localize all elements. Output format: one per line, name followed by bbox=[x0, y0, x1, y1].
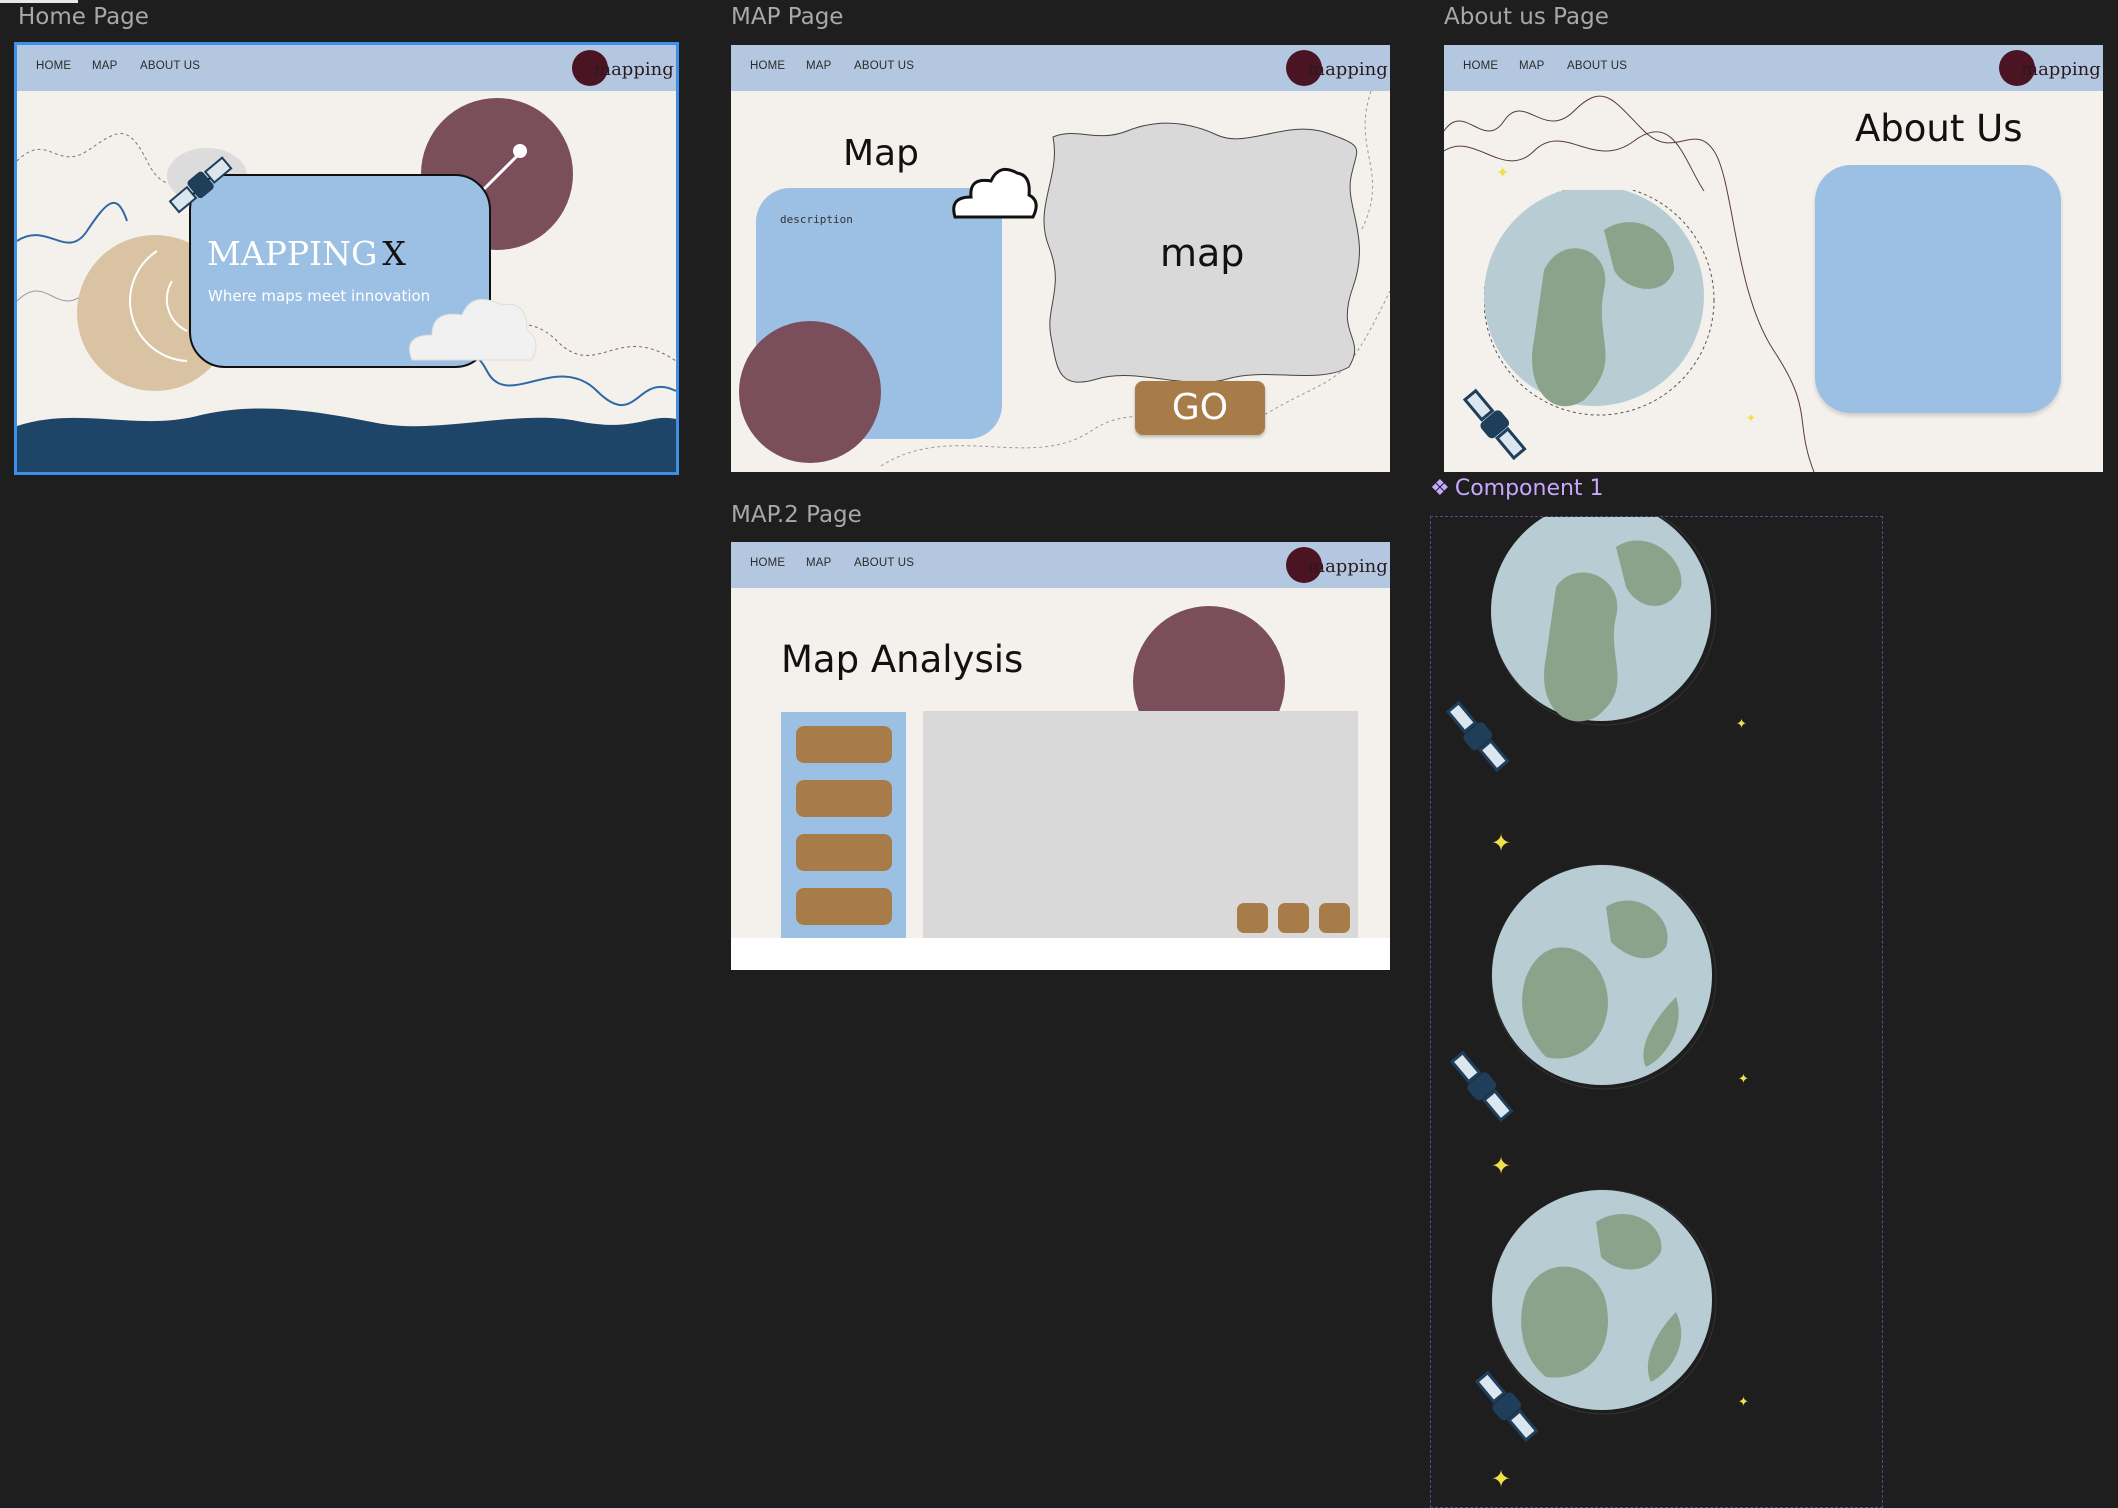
map-control-button[interactable] bbox=[1278, 903, 1309, 933]
nav-about[interactable]: ABOUT US bbox=[854, 60, 914, 72]
canvas-top-tab bbox=[0, 0, 78, 3]
footer-strip bbox=[731, 938, 1390, 970]
satellite-icon bbox=[1449, 1050, 1514, 1123]
star-icon: ✦ bbox=[1736, 717, 1747, 732]
frame-label-about[interactable]: About us Page bbox=[1444, 4, 1609, 30]
about-card bbox=[1815, 165, 2061, 413]
star-icon: ✦ bbox=[1746, 411, 1757, 425]
logo[interactable]: mapping bbox=[572, 50, 674, 86]
logo-text: mapping bbox=[594, 59, 674, 80]
sidebar-button[interactable] bbox=[796, 888, 892, 925]
satellite-icon bbox=[1445, 700, 1510, 773]
sidebar-button[interactable] bbox=[796, 834, 892, 871]
star-icon: ✦ bbox=[1491, 1152, 1512, 1180]
logo[interactable]: mapping bbox=[1286, 547, 1388, 583]
logo-text: mapping bbox=[2021, 59, 2101, 80]
earth-icon bbox=[1491, 864, 1717, 1090]
satellite-icon bbox=[1474, 1370, 1539, 1443]
map-control-button[interactable] bbox=[1237, 903, 1268, 933]
go-button-label: GO bbox=[1171, 387, 1229, 428]
satellite-icon bbox=[1462, 388, 1527, 461]
earth-icon bbox=[1491, 517, 1717, 726]
hero-title-mark: X bbox=[382, 234, 406, 273]
nav-about[interactable]: ABOUT US bbox=[854, 557, 914, 569]
sidebar-button[interactable] bbox=[796, 726, 892, 763]
nav-home[interactable]: HOME bbox=[750, 557, 785, 569]
analysis-sidebar bbox=[781, 712, 906, 942]
about-page-frame[interactable]: HOME MAP ABOUT US mapping About Us ✦ ✦ bbox=[1444, 45, 2103, 472]
nav-bar: HOME MAP ABOUT US mapping bbox=[731, 45, 1390, 91]
nav-about[interactable]: ABOUT US bbox=[1567, 60, 1627, 72]
component-frame[interactable]: ✦ ✦ ✦ ✦ ✦ ✦ bbox=[1430, 516, 1883, 1508]
frame-label-map2[interactable]: MAP.2 Page bbox=[731, 502, 862, 528]
map-analysis-heading: Map Analysis bbox=[781, 638, 1024, 681]
description-label: description bbox=[780, 213, 853, 226]
nav-bar: HOME MAP ABOUT US mapping bbox=[1444, 45, 2103, 91]
about-heading: About Us bbox=[1855, 107, 2023, 150]
component-icon: ❖ bbox=[1430, 476, 1450, 501]
star-icon: ✦ bbox=[1491, 829, 1512, 857]
go-button[interactable]: GO bbox=[1135, 381, 1265, 435]
component-title: Component 1 bbox=[1454, 476, 1604, 501]
star-icon: ✦ bbox=[1491, 1465, 1512, 1493]
logo-text: mapping bbox=[1308, 556, 1388, 577]
nav-home[interactable]: HOME bbox=[36, 60, 71, 72]
logo[interactable]: mapping bbox=[1286, 50, 1388, 86]
map-heading: Map bbox=[843, 133, 919, 174]
map2-page-frame[interactable]: HOME MAP ABOUT US mapping Map Analysis bbox=[731, 542, 1390, 970]
frame-label-map[interactable]: MAP Page bbox=[731, 4, 843, 30]
nav-home[interactable]: HOME bbox=[1463, 60, 1498, 72]
sidebar-button[interactable] bbox=[796, 780, 892, 817]
star-icon: ✦ bbox=[1738, 1395, 1749, 1410]
hero-tagline: Where maps meet innovation bbox=[208, 287, 431, 305]
nav-map[interactable]: MAP bbox=[1519, 60, 1545, 72]
logo-text: mapping bbox=[1308, 59, 1388, 80]
map-control-button[interactable] bbox=[1319, 903, 1350, 933]
star-icon: ✦ bbox=[1496, 163, 1510, 182]
nav-bar: HOME MAP ABOUT US mapping bbox=[17, 45, 676, 91]
frame-label-home[interactable]: Home Page bbox=[18, 4, 149, 30]
nav-map[interactable]: MAP bbox=[92, 60, 118, 72]
maroon-circle bbox=[739, 321, 881, 463]
hero-title: MAPPING bbox=[207, 234, 378, 273]
cloud-icon bbox=[409, 298, 537, 361]
nav-bar: HOME MAP ABOUT US mapping bbox=[731, 542, 1390, 588]
map-page-frame[interactable]: HOME MAP ABOUT US mapping Map descriptio… bbox=[731, 45, 1390, 472]
star-icon: ✦ bbox=[1738, 1072, 1749, 1087]
logo[interactable]: mapping bbox=[1999, 50, 2101, 86]
nav-home[interactable]: HOME bbox=[750, 60, 785, 72]
nav-map[interactable]: MAP bbox=[806, 557, 832, 569]
satellite-icon bbox=[168, 156, 233, 214]
map-label: map bbox=[1160, 231, 1245, 275]
home-page-frame[interactable]: HOME MAP ABOUT US mapping MAPPING X Wher… bbox=[14, 42, 679, 475]
component-label[interactable]: ❖ Component 1 bbox=[1430, 476, 1604, 501]
nav-map[interactable]: MAP bbox=[806, 60, 832, 72]
analysis-map-panel[interactable] bbox=[923, 711, 1358, 942]
nav-about[interactable]: ABOUT US bbox=[140, 60, 200, 72]
cloud-icon bbox=[952, 167, 1038, 219]
